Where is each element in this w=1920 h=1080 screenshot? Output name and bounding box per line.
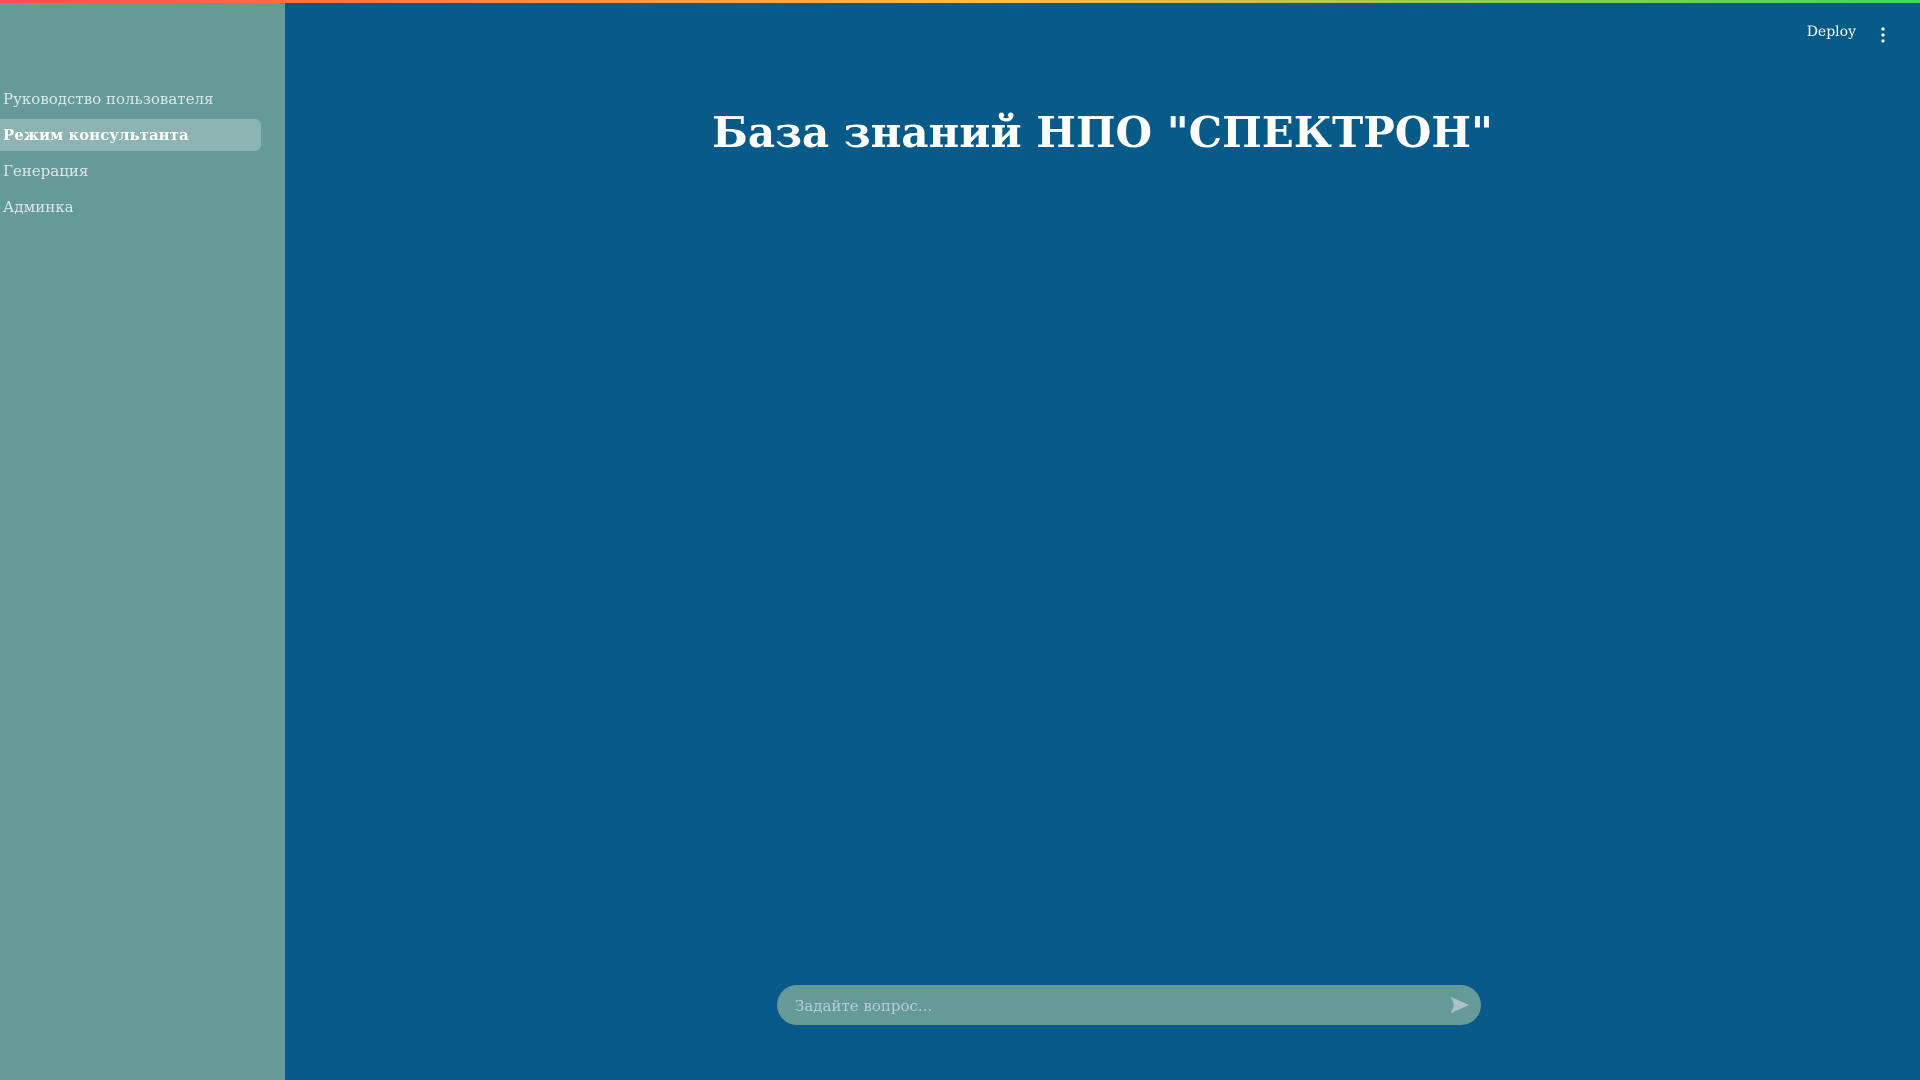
chat-input-container bbox=[777, 985, 1481, 1027]
sidebar-item-admin[interactable]: Админка bbox=[0, 191, 261, 223]
app-window: Руководство пользователя Режим консульта… bbox=[0, 0, 1920, 1080]
sidebar-item-consultant-mode[interactable]: Режим консультанта bbox=[0, 119, 261, 151]
top-decoration-stripe bbox=[0, 0, 1920, 3]
sidebar-item-user-guide[interactable]: Руководство пользователя bbox=[0, 83, 261, 115]
page-title: База знаний НПО "СПЕКТРОН" bbox=[712, 108, 1493, 157]
more-vert-icon[interactable] bbox=[1880, 27, 1886, 43]
sidebar: Руководство пользователя Режим консульта… bbox=[0, 0, 285, 1080]
header-toolbar: Deploy bbox=[1620, 0, 1920, 72]
chat-input[interactable] bbox=[793, 985, 1417, 1027]
deploy-button[interactable]: Deploy bbox=[1807, 24, 1856, 40]
sidebar-nav: Руководство пользователя Режим консульта… bbox=[0, 83, 261, 227]
sidebar-item-generation[interactable]: Генерация bbox=[0, 155, 261, 187]
send-icon[interactable] bbox=[1449, 994, 1471, 1016]
